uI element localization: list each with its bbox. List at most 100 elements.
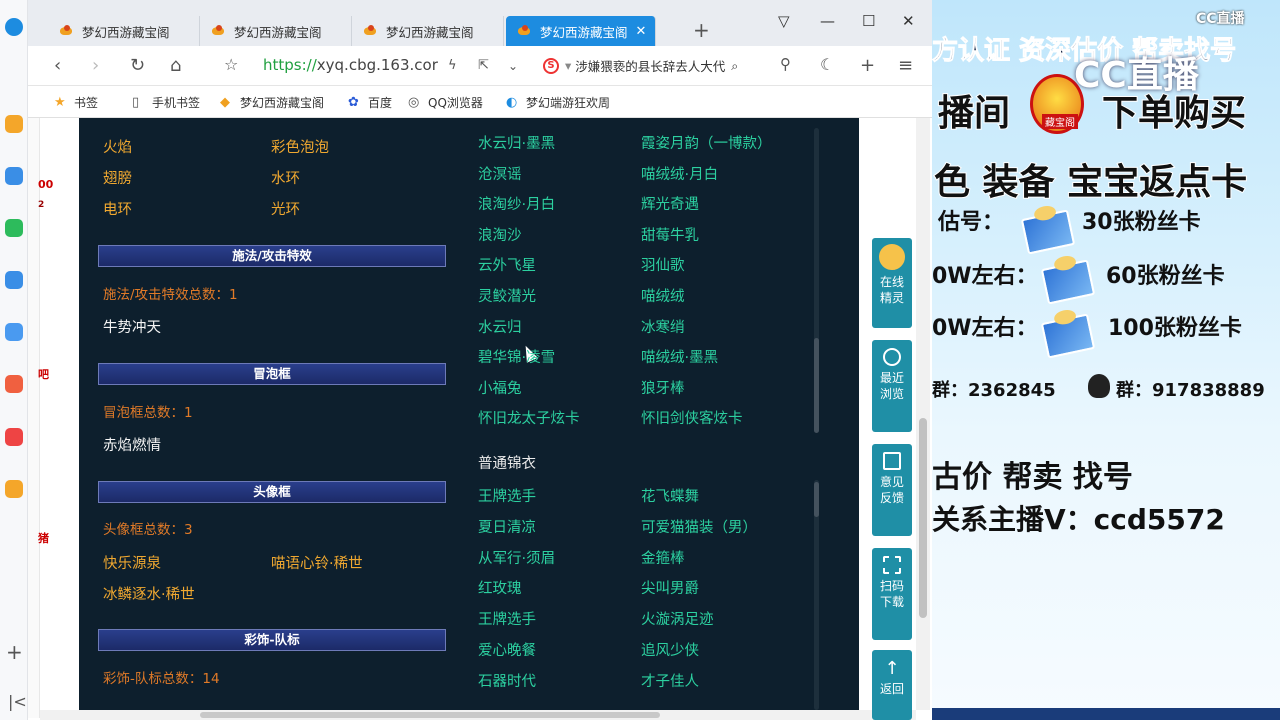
fan-card-icon xyxy=(1040,313,1096,359)
dock-app-icon[interactable] xyxy=(5,115,23,133)
forward-icon[interactable]: › xyxy=(92,55,99,76)
search-text: 涉嫌猥亵的县长辞去人大代 xyxy=(575,59,726,74)
effect-item: 赤焰燃情 xyxy=(103,438,161,454)
flash-icon[interactable]: ϟ xyxy=(448,58,457,73)
minimize-button[interactable]: — xyxy=(820,12,835,30)
search-app-icon[interactable] xyxy=(5,480,23,498)
common-outfit-item: 王牌选手 xyxy=(478,489,536,505)
side-button-label: 返回 xyxy=(879,682,904,696)
edge-label: 吧 xyxy=(38,368,49,381)
rare-outfit-item: 辉光奇遇 xyxy=(641,197,699,214)
scroll-thumb[interactable] xyxy=(919,418,927,618)
tab-label: 梦幻西游藏宝阁 xyxy=(386,24,474,40)
scan-download-button[interactable]: 扫码下载 xyxy=(872,548,912,640)
common-outfit-item: 金箍棒 xyxy=(641,550,685,567)
section-count: 施法/攻击特效总数：1 xyxy=(103,287,238,303)
maximize-button[interactable]: ☐ xyxy=(862,12,875,30)
group-number: 群：2362845 xyxy=(932,380,1056,401)
reload-icon[interactable]: ↻ xyxy=(130,55,145,76)
list-scrollbar[interactable] xyxy=(814,338,819,433)
bookmark-item[interactable]: ★ 书签 xyxy=(54,94,98,111)
side-button-label: 意见反馈 xyxy=(879,475,904,505)
close-window-button[interactable]: ✕ xyxy=(902,12,915,30)
photo-icon[interactable] xyxy=(5,375,23,393)
common-outfit-item: 红玫瑰 xyxy=(478,581,522,598)
url-scheme: https:// xyxy=(263,56,317,74)
bookmark-item[interactable]: ◎ QQ浏览器 xyxy=(408,94,483,111)
cloud-icon[interactable] xyxy=(5,323,23,341)
clock-icon xyxy=(883,348,901,366)
rare-outfit-item: 小福兔 xyxy=(478,380,522,397)
side-button-label: 最近浏览 xyxy=(879,371,904,401)
share-icon[interactable]: ⇱ xyxy=(478,58,489,73)
pdf-icon[interactable] xyxy=(5,428,23,446)
cbg-favicon-icon xyxy=(518,25,534,37)
tab-label: 梦幻西游藏宝阁 xyxy=(82,24,170,40)
phone-icon: ▯ xyxy=(132,94,140,110)
bookmark-item[interactable]: ◆ 梦幻西游藏宝阁 xyxy=(220,94,324,111)
online-assistant-button[interactable]: 在线精灵 xyxy=(872,238,912,328)
bookmark-item[interactable]: ✿ 百度 xyxy=(348,94,392,111)
overlay-line: 色 装备 宝宝返点卡 xyxy=(933,161,1248,204)
effect-item: 火焰 xyxy=(103,140,132,156)
moon-icon[interactable]: ☾ xyxy=(820,55,834,74)
section-header: 施法/攻击特效 xyxy=(98,245,446,267)
close-tab-icon[interactable]: ✕ xyxy=(636,24,647,39)
bookmark-item[interactable]: ◐ 梦幻端游狂欢周 xyxy=(506,94,610,111)
scroll-thumb[interactable] xyxy=(200,712,660,718)
back-icon[interactable]: ‹ xyxy=(54,55,61,76)
tier-label: 估号： xyxy=(938,210,1005,235)
url-field[interactable]: https://xyq.cbg.163.cor xyxy=(263,56,438,74)
avatar-icon xyxy=(879,244,905,270)
effect-item: 牛势冲天 xyxy=(103,320,161,336)
globe-icon: ◎ xyxy=(408,94,420,110)
common-outfit-item: 火漩涡足迹 xyxy=(641,612,714,629)
chevron-down-icon[interactable]: ⌄ xyxy=(508,59,518,73)
menu-icon[interactable]: ≡ xyxy=(898,55,913,76)
add-icon[interactable]: + xyxy=(6,640,23,664)
page-horizontal-scrollbar[interactable] xyxy=(40,710,916,720)
rare-outfit-item: 浪淘沙 xyxy=(478,227,522,244)
browser-tab-active[interactable]: 梦幻西游藏宝阁 ✕ xyxy=(506,16,656,46)
side-button-label: 扫码下载 xyxy=(879,579,904,609)
effect-item: 电环 xyxy=(103,202,132,218)
cbg-favicon-icon xyxy=(60,25,76,37)
clock-icon[interactable] xyxy=(5,167,23,185)
shirt-icon[interactable]: ▽ xyxy=(778,12,790,30)
search-input[interactable]: S ▾ 涉嫌猥亵的县长辞去人大代 ⌕ xyxy=(543,56,738,75)
cc-live-watermark: CC直播 xyxy=(1074,55,1199,96)
wechat-icon[interactable] xyxy=(5,219,23,237)
tier-label: 0W左右： xyxy=(932,316,1038,341)
list-scrollbar[interactable] xyxy=(814,482,819,517)
cbg-favicon-icon xyxy=(212,25,228,37)
effect-item: 彩色泡泡 xyxy=(271,140,329,156)
add-icon[interactable]: + xyxy=(860,55,875,76)
bookmark-item[interactable]: ▯ 手机书签 xyxy=(132,94,200,111)
feedback-button[interactable]: 意见反馈 xyxy=(872,444,912,536)
browser-tab[interactable]: 梦幻西游藏宝阁 xyxy=(352,16,504,46)
common-outfit-item: 石器时代 xyxy=(478,673,536,690)
browser-tab[interactable]: 梦幻西游藏宝阁 xyxy=(48,16,200,46)
left-dock: + |< xyxy=(0,0,28,720)
home-icon[interactable]: ⌂ xyxy=(170,55,181,76)
rare-outfit-item: 狼牙棒 xyxy=(641,380,685,397)
upload-icon[interactable] xyxy=(5,271,23,289)
new-tab-button[interactable]: + xyxy=(693,18,710,42)
qq-browser-logo[interactable] xyxy=(5,18,23,36)
rare-outfit-item: 甜莓牛乳 xyxy=(641,227,699,244)
page-vertical-scrollbar[interactable] xyxy=(916,118,930,710)
collapse-icon[interactable]: |< xyxy=(8,692,27,711)
recent-browse-button[interactable]: 最近浏览 xyxy=(872,340,912,432)
qq-penguin-icon xyxy=(1088,374,1110,398)
edge-label: 00 xyxy=(38,178,54,191)
extension-icon[interactable]: ⚲ xyxy=(780,55,791,73)
browser-tab[interactable]: 梦幻西游藏宝阁 xyxy=(200,16,352,46)
common-outfit-item: 才子佳人 xyxy=(641,673,699,690)
search-icon[interactable]: ⌕ xyxy=(731,58,738,74)
star-icon[interactable]: ☆ xyxy=(224,55,238,74)
rare-outfit-item: 浪淘纱·月白 xyxy=(478,197,556,214)
overlay-line: 播间 xyxy=(937,92,1011,135)
common-outfit-heading: 普通锦衣 xyxy=(478,456,536,472)
common-outfit-item: 尖叫男爵 xyxy=(641,581,699,598)
back-to-top-button[interactable]: ↑ 返回 xyxy=(872,650,912,720)
